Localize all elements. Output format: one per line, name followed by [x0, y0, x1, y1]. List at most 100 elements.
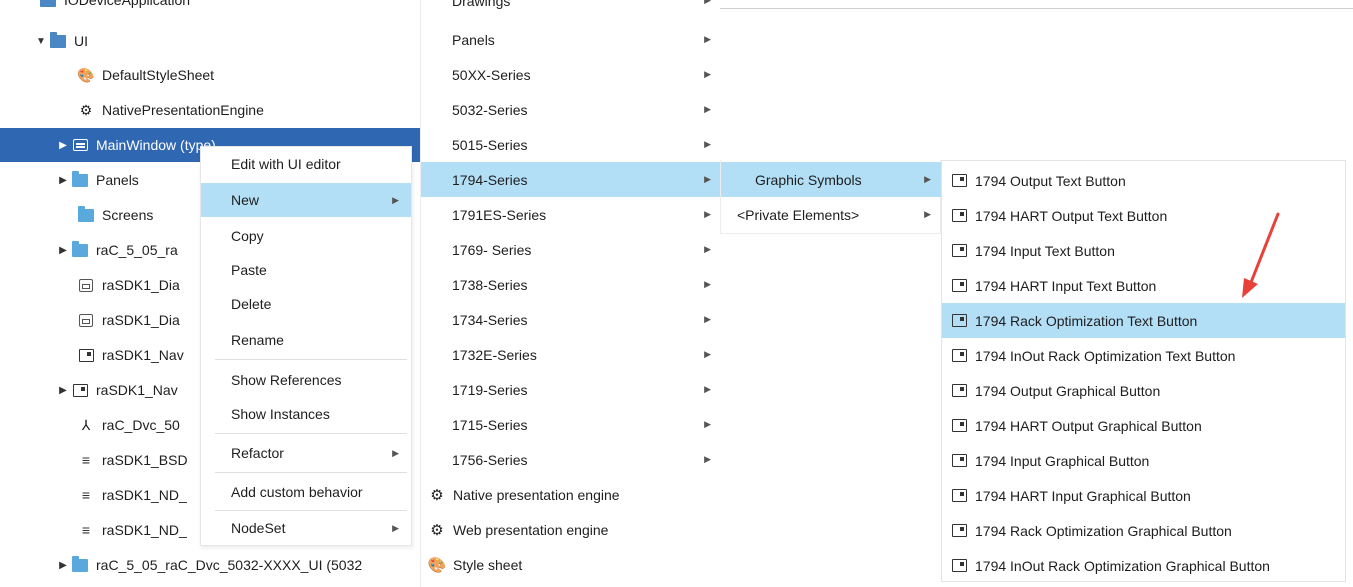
menu-item-label: 50XX-Series — [452, 66, 531, 83]
menu-item-label: Copy — [231, 228, 264, 244]
menu-item-edit-with-ui-editor[interactable]: Edit with UI editor — [201, 147, 411, 181]
chevron-right-icon[interactable]: ▶ — [56, 140, 70, 151]
menu-item-1715-series[interactable]: 1715-Series ▶ — [421, 407, 721, 442]
menu-item-drawings[interactable]: Drawings ▶ — [421, 0, 721, 18]
menu-item-1794-rack-optimization-graphical-button[interactable]: 1794 Rack Optimization Graphical Button — [942, 513, 1345, 548]
menu-top-border — [700, 8, 1353, 9]
menu-item-1794-inout-rack-optimization-text-button[interactable]: 1794 InOut Rack Optimization Text Button — [942, 338, 1345, 373]
tree-item-label: raSDK1_ND_ — [102, 522, 187, 538]
context-menu: Edit with UI editor New ▶ Copy Paste Del… — [200, 146, 412, 546]
menu-item-rename[interactable]: Rename — [201, 323, 411, 357]
menu-item-1794-input-graphical-button[interactable]: 1794 Input Graphical Button — [942, 443, 1345, 478]
menu-item-new[interactable]: New ▶ — [201, 183, 411, 217]
annotation-arrow-icon — [1242, 212, 1280, 298]
chevron-right-icon[interactable]: ▶ — [56, 245, 70, 256]
folder-icon — [72, 240, 88, 257]
menu-item-label: 1794 Rack Optimization Graphical Button — [975, 522, 1232, 539]
chevron-right-icon: ▶ — [704, 69, 711, 79]
tree-item-label: raSDK1_Dia — [102, 312, 180, 328]
tree-item-label: raC_5_05_ra — [96, 242, 178, 258]
button-icon — [78, 348, 94, 362]
chevron-right-icon: ▶ — [704, 244, 711, 254]
folder-icon — [78, 205, 94, 222]
menu-item-private-elements[interactable]: <Private Elements> ▶ — [721, 197, 941, 232]
chevron-down-icon[interactable]: ▼ — [34, 36, 48, 47]
tree-item-ui[interactable]: ▼ UI — [0, 24, 420, 58]
struct-icon: ≡ — [81, 487, 91, 503]
window-icon — [72, 139, 88, 151]
menu-item-label: 1794 Output Graphical Button — [975, 382, 1161, 399]
menu-item-label: 1794 HART Input Text Button — [975, 277, 1157, 294]
menu-item-nodeset[interactable]: NodeSet ▶ — [201, 511, 411, 545]
tree-item-label: raSDK1_BSD — [102, 452, 188, 468]
struct-icon: ≡ — [81, 452, 91, 468]
menu-item-add-custom-behavior[interactable]: Add custom behavior — [201, 475, 411, 509]
menu-item-refactor[interactable]: Refactor ▶ — [201, 436, 411, 470]
tree-item-nativepresentationengine[interactable]: ⚙ NativePresentationEngine — [0, 93, 420, 127]
menu-item-5015-series[interactable]: 5015-Series ▶ — [421, 127, 721, 162]
menu-item-label: 5032-Series — [452, 101, 528, 118]
menu-item-1794-output-graphical-button[interactable]: 1794 Output Graphical Button — [942, 373, 1345, 408]
menu-item-1769-series[interactable]: 1769- Series ▶ — [421, 232, 721, 267]
menu-item-style-sheet[interactable]: 🎨 Style sheet — [421, 547, 721, 582]
menu-item-show-instances[interactable]: Show Instances — [201, 397, 411, 431]
series-submenu: Drawings ▶ Panels ▶ 50XX-Series ▶ 5032-S… — [420, 0, 721, 587]
dialog-icon — [79, 313, 93, 327]
menu-item-label: Add custom behavior — [231, 484, 363, 500]
chevron-right-icon: ▶ — [704, 279, 711, 289]
tree-item-label: Screens — [102, 207, 154, 223]
tree-item-label: NativePresentationEngine — [102, 102, 264, 118]
menu-item-paste[interactable]: Paste — [201, 253, 411, 287]
tree-item-label: raC_5_05_raC_Dvc_5032-XXXX_UI (5032 — [96, 557, 363, 573]
menu-item-50xx-series[interactable]: 50XX-Series ▶ — [421, 57, 721, 92]
chevron-right-icon: ▶ — [704, 209, 711, 219]
menu-item-label: 1794-Series — [452, 171, 528, 188]
menu-item-1734-series[interactable]: 1734-Series ▶ — [421, 302, 721, 337]
chevron-right-icon[interactable]: ▶ — [56, 560, 70, 571]
chevron-right-icon: ▶ — [704, 104, 711, 114]
tree-item-partial[interactable]: IODeviceApplication — [0, 0, 420, 17]
menu-item-label: 1794 Input Text Button — [975, 242, 1115, 259]
menu-item-1794-hart-output-graphical-button[interactable]: 1794 HART Output Graphical Button — [942, 408, 1345, 443]
menu-item-1794-hart-input-graphical-button[interactable]: 1794 HART Input Graphical Button — [942, 478, 1345, 513]
menu-item-web-presentation-engine[interactable]: ⚙ Web presentation engine — [421, 512, 721, 547]
menu-item-1794-rack-optimization-text-button[interactable]: 1794 Rack Optimization Text Button — [942, 303, 1345, 338]
menu-item-1794-output-text-button[interactable]: 1794 Output Text Button — [942, 163, 1345, 198]
tree-item-defaultstylesheet[interactable]: 🎨 DefaultStyleSheet — [0, 58, 420, 92]
menu-item-delete[interactable]: Delete — [201, 287, 411, 321]
menu-item-1732e-series[interactable]: 1732E-Series ▶ — [421, 337, 721, 372]
chevron-right-icon[interactable]: ▶ — [56, 175, 70, 186]
chevron-right-icon: ▶ — [704, 34, 711, 44]
chevron-right-icon: ▶ — [392, 522, 399, 533]
menu-item-label: Rename — [231, 332, 284, 348]
menu-item-1791es-series[interactable]: 1791ES-Series ▶ — [421, 197, 721, 232]
menu-item-label: 1794 Input Graphical Button — [975, 452, 1150, 469]
gear-icon: ⚙ — [79, 101, 93, 118]
tree-item-label: raSDK1_Nav — [102, 347, 184, 363]
menu-item-1794-series[interactable]: 1794-Series ▶ — [421, 162, 721, 197]
menu-item-graphic-symbols[interactable]: Graphic Symbols ▶ — [721, 162, 941, 197]
menu-item-label: 1738-Series — [452, 276, 528, 293]
button-icon — [952, 489, 967, 502]
menu-item-label: Show Instances — [231, 406, 330, 422]
menu-item-label: Native presentation engine — [453, 486, 620, 503]
menu-item-native-presentation-engine[interactable]: ⚙ Native presentation engine — [421, 477, 721, 512]
menu-item-5032-series[interactable]: 5032-Series ▶ — [421, 92, 721, 127]
chevron-right-icon: ▶ — [924, 174, 931, 184]
chevron-right-icon: ▶ — [392, 194, 399, 205]
menu-item-1738-series[interactable]: 1738-Series ▶ — [421, 267, 721, 302]
menu-item-show-references[interactable]: Show References — [201, 363, 411, 397]
tree-item-rac-ui-folder[interactable]: ▶ raC_5_05_raC_Dvc_5032-XXXX_UI (5032 — [0, 548, 420, 582]
chevron-right-icon: ▶ — [704, 174, 711, 184]
menu-item-1719-series[interactable]: 1719-Series ▶ — [421, 372, 721, 407]
gear-icon: ⚙ — [430, 521, 444, 539]
menu-item-1756-series[interactable]: 1756-Series ▶ — [421, 442, 721, 477]
menu-item-label: 1715-Series — [452, 416, 528, 433]
menu-item-panels[interactable]: Panels ▶ — [421, 22, 721, 57]
menu-item-1794-inout-rack-optimization-graphical-button[interactable]: 1794 InOut Rack Optimization Graphical B… — [942, 548, 1345, 583]
menu-item-label: Refactor — [231, 445, 284, 461]
menu-item-copy[interactable]: Copy — [201, 219, 411, 253]
chevron-right-icon[interactable]: ▶ — [56, 385, 70, 396]
stylesheet-icon: 🎨 — [77, 66, 95, 83]
button-icon — [952, 454, 967, 467]
